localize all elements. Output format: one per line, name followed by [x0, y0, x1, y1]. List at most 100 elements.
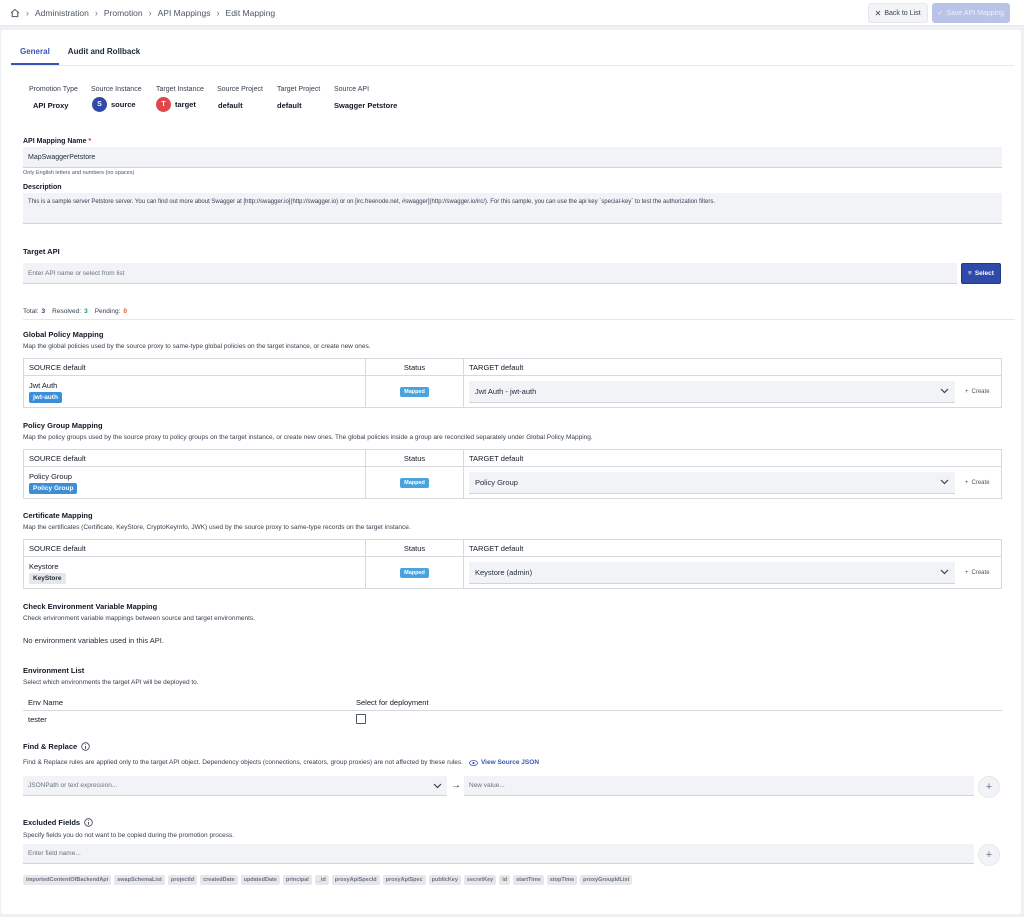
- breadcrumb: › Administration › Promotion › API Mappi…: [10, 8, 275, 18]
- info-icon[interactable]: [84, 818, 93, 827]
- breadcrumb-api-mappings[interactable]: API Mappings: [158, 8, 211, 18]
- env-list-title: Environment List: [23, 666, 85, 675]
- resolved-count: 3: [84, 308, 88, 315]
- source-api-value: Swagger Petstore: [334, 101, 398, 110]
- source-name: Keystore: [29, 561, 59, 571]
- plus-icon: +: [965, 569, 969, 576]
- source-instance-value: S source: [92, 97, 136, 112]
- back-to-list-button[interactable]: ✕ Back to List: [867, 3, 928, 23]
- chevron-down-icon: [940, 569, 949, 575]
- create-button[interactable]: + Create: [965, 570, 990, 576]
- chevron-down-icon: [940, 388, 949, 394]
- field-name-input[interactable]: Enter field name...: [23, 844, 974, 864]
- env-name-header: Env Name: [28, 698, 64, 707]
- source-name: Policy Group: [29, 471, 72, 481]
- excluded-field-chip[interactable]: stopTime: [546, 875, 578, 885]
- target-api-input[interactable]: Enter API name or select from list: [23, 263, 957, 284]
- save-api-mapping-button[interactable]: ✓ Save API Mapping: [931, 3, 1010, 23]
- source-instance-label: Source Instance: [91, 86, 142, 93]
- description-textarea[interactable]: This is a sample server Petstore server.…: [23, 193, 1002, 224]
- excluded-field-chip[interactable]: principal: [282, 875, 312, 885]
- target-select-value: Jwt Auth - jwt-auth: [475, 386, 537, 396]
- source-project-label: Source Project: [217, 86, 263, 93]
- excluded-field-chip[interactable]: startTime: [513, 875, 544, 885]
- breadcrumb-edit-mapping: Edit Mapping: [225, 7, 276, 18]
- target-project-value: default: [277, 101, 302, 110]
- total-count: 3: [41, 308, 46, 315]
- add-field-button[interactable]: +: [978, 844, 1000, 866]
- target-select-value: Policy Group: [475, 477, 518, 487]
- excluded-field-chip[interactable]: importedContentOfBackendApi: [23, 875, 112, 885]
- breadcrumb-administration[interactable]: Administration: [35, 8, 89, 18]
- create-label: Create: [971, 479, 990, 486]
- source-instance-avatar: S: [92, 97, 107, 112]
- target-select[interactable]: Keystore (admin): [469, 561, 955, 584]
- select-api-button[interactable]: ≡ Select: [961, 263, 1001, 284]
- excluded-field-chip[interactable]: swapSchemaList: [114, 875, 165, 885]
- env-list-header: Env Name Select for deployment: [23, 695, 1002, 711]
- target-project-label: Target Project: [277, 86, 321, 93]
- table-row: Keystore KeyStore Mapped Keystore (admin…: [24, 557, 1001, 588]
- mapping-name-label-text: API Mapping Name: [23, 138, 87, 145]
- find-replace-title: Find & Replace: [23, 742, 78, 751]
- table-row: Jwt Auth jwt-auth Mapped Jwt Auth - jwt-…: [24, 376, 1001, 407]
- target-instance-label: Target Instance: [156, 86, 204, 93]
- chevron-down-icon: [940, 479, 949, 485]
- chevron-right-icon: ›: [148, 7, 152, 18]
- excluded-field-chip[interactable]: proxyApiSpec: [382, 875, 426, 885]
- mapping-summary: Total: 3 Resolved: 3 Pending: 0: [23, 308, 127, 315]
- target-select[interactable]: Policy Group: [469, 471, 955, 494]
- plus-icon: +: [965, 479, 969, 486]
- jsonpath-placeholder: JSONPath or text expression...: [28, 782, 118, 789]
- back-to-list-label: Back to List: [884, 9, 921, 17]
- add-rule-button[interactable]: +: [978, 776, 1000, 798]
- excluded-field-chip[interactable]: proxyApiSpecId: [331, 875, 380, 885]
- target-api-placeholder: Enter API name or select from list: [28, 269, 125, 277]
- home-icon[interactable]: [10, 8, 20, 18]
- main-panel: General Audit and Rollback Promotion Typ…: [1, 30, 1021, 914]
- description-label: Description: [23, 184, 62, 191]
- excluded-field-chip[interactable]: updatedDate: [240, 875, 280, 885]
- global-policy-title: Global Policy Mapping: [23, 330, 104, 339]
- create-label: Create: [971, 388, 990, 395]
- excluded-field-chip[interactable]: proxyGroupIdList: [580, 875, 633, 885]
- env-var-empty: No environment variables used in this AP…: [23, 636, 164, 645]
- resolved-label: Resolved:: [52, 308, 82, 315]
- list-icon: ≡: [968, 270, 972, 277]
- excluded-field-chip[interactable]: createdDate: [200, 875, 238, 885]
- tab-general[interactable]: General: [11, 44, 59, 65]
- breadcrumb-promotion[interactable]: Promotion: [104, 8, 143, 18]
- chevron-down-icon: [433, 783, 442, 788]
- excluded-field-chip[interactable]: id: [499, 875, 511, 885]
- tab-audit-and-rollback[interactable]: Audit and Rollback: [59, 44, 149, 65]
- excluded-field-chip[interactable]: _id: [314, 875, 329, 885]
- jsonpath-select[interactable]: JSONPath or text expression...: [23, 776, 447, 796]
- promotion-type-value: API Proxy: [33, 101, 69, 110]
- global-policy-table: SOURCE default Status TARGET default Jwt…: [23, 358, 1002, 408]
- excluded-field-chip[interactable]: publicKey: [428, 875, 461, 885]
- chevron-right-icon: ›: [26, 7, 29, 18]
- target-column-header: TARGET default: [469, 543, 524, 553]
- top-bar: › Administration › Promotion › API Mappi…: [0, 0, 1024, 26]
- policy-group-table: SOURCE default Status TARGET default Pol…: [23, 449, 1002, 499]
- view-source-json-link[interactable]: View Source JSON: [469, 759, 539, 766]
- status-column-header: Status: [366, 450, 464, 466]
- check-icon: ✓: [937, 10, 944, 17]
- total-label: Total:: [23, 308, 39, 315]
- mapping-name-label: API Mapping Name *: [23, 138, 91, 145]
- mapping-name-input[interactable]: MapSwaggerPetstore: [23, 147, 1002, 168]
- target-column-header: TARGET default: [469, 453, 524, 463]
- target-api-label: Target API: [23, 247, 60, 256]
- new-value-input[interactable]: New value...: [464, 776, 974, 796]
- env-var-title: Check Environment Variable Mapping: [23, 602, 158, 611]
- target-instance-avatar: T: [156, 97, 171, 112]
- create-button[interactable]: + Create: [965, 480, 990, 486]
- source-column-header: SOURCE default: [24, 359, 366, 375]
- excluded-field-chip[interactable]: projectId: [167, 875, 198, 885]
- excluded-field-chip[interactable]: secretKey: [463, 875, 497, 885]
- target-select[interactable]: Jwt Auth - jwt-auth: [469, 380, 955, 403]
- info-icon[interactable]: [81, 742, 90, 751]
- create-button[interactable]: + Create: [965, 389, 990, 395]
- deploy-checkbox[interactable]: [356, 714, 366, 724]
- certificate-table: SOURCE default Status TARGET default Key…: [23, 539, 1002, 589]
